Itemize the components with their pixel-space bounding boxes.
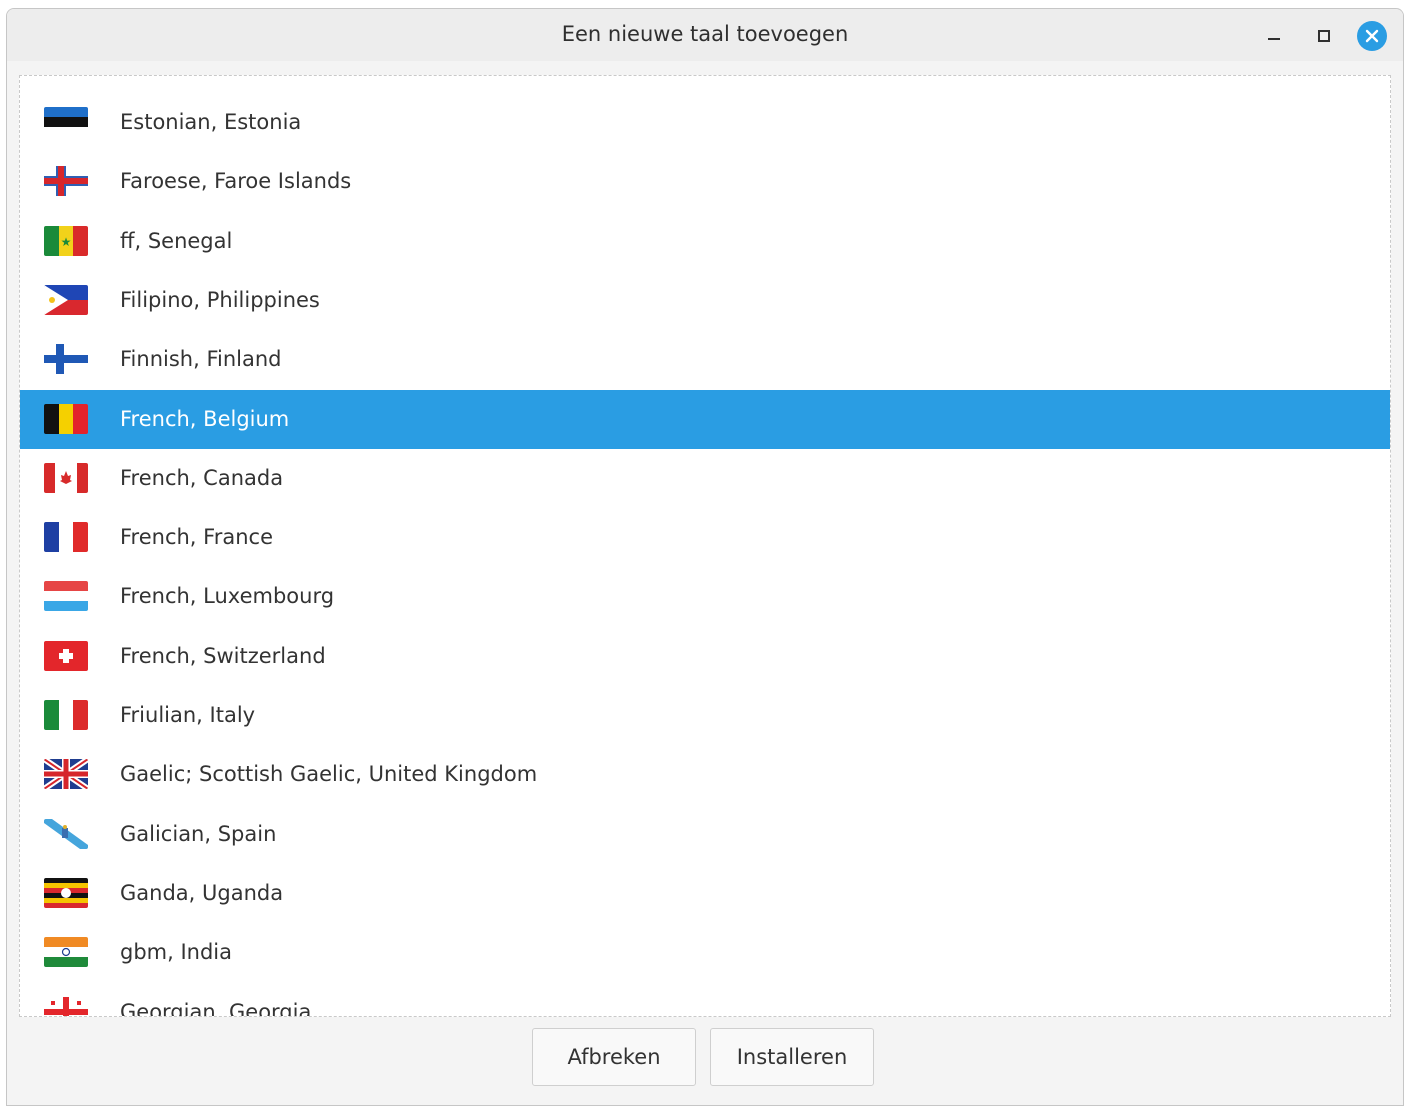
list-item-label: Gaelic; Scottish Gaelic, United Kingdom [120, 762, 538, 787]
list-item-selected[interactable]: French, Belgium [20, 389, 1390, 449]
dialog-title: Een nieuwe taal toevoegen [561, 22, 849, 46]
list-item-label: French, France [120, 525, 273, 550]
list-item-label: Filipino, Philippines [120, 287, 320, 312]
close-button[interactable] [1357, 21, 1387, 51]
list-item[interactable]: Gaelic; Scottish Gaelic, United Kingdom [20, 745, 1390, 804]
list-item-label: Georgian, Georgia [120, 999, 312, 1017]
canada-flag-icon [44, 462, 88, 493]
list-item-label: gbm, India [120, 940, 233, 965]
list-item[interactable]: Ganda, Uganda [20, 864, 1390, 923]
philippines-flag-icon [44, 284, 88, 315]
list-item-label: Ganda, Uganda [120, 880, 284, 905]
list-item-label: Galician, Spain [120, 821, 277, 846]
install-button[interactable]: Installeren [710, 1028, 874, 1086]
estonia-flag-icon [44, 107, 88, 137]
list-item[interactable]: Friulian, Italy [20, 686, 1390, 745]
luxembourg-flag-icon [44, 581, 88, 612]
list-item-label: French, Canada [120, 465, 284, 490]
list-item-label: Faroese, Faroe Islands [120, 169, 352, 194]
minimize-icon [1268, 38, 1280, 40]
switzerland-flag-icon [44, 640, 88, 671]
close-icon [1357, 21, 1387, 51]
uganda-flag-icon [44, 877, 88, 908]
list-item-label: Finnish, Finland [120, 347, 282, 372]
list-item[interactable]: French, France [20, 508, 1390, 567]
belgium-flag-icon [44, 403, 88, 434]
list-item[interactable]: Estonian, Estonia [20, 93, 1390, 152]
svg-text:★: ★ [61, 235, 72, 249]
list-item[interactable]: Georgian, Georgia [20, 983, 1390, 1017]
list-item-label: ff, Senegal [120, 228, 233, 253]
list-item-label: Friulian, Italy [120, 703, 256, 727]
button-bar: Afbreken Installeren [7, 1019, 1403, 1105]
georgia-flag-icon [44, 996, 88, 1016]
list-item-label: French, Luxembourg [120, 584, 335, 609]
list-item[interactable]: Faroese, Faroe Islands [20, 152, 1390, 211]
india-flag-icon [44, 937, 88, 968]
france-flag-icon [44, 522, 88, 553]
faroe-islands-flag-icon [44, 166, 88, 197]
italy-flag-icon [44, 700, 88, 730]
cancel-button[interactable]: Afbreken [532, 1028, 696, 1086]
list-item[interactable]: French, Switzerland [20, 627, 1390, 686]
finland-flag-icon [44, 344, 88, 375]
list-item[interactable]: Filipino, Philippines [20, 271, 1390, 330]
galicia-flag-icon [44, 818, 88, 849]
add-language-dialog: Een nieuwe taal toevoegen Estonian, Esto… [6, 8, 1404, 1106]
united-kingdom-flag-icon [44, 759, 88, 790]
list-item[interactable]: French, Luxembourg [20, 567, 1390, 626]
list-item-label: French, Switzerland [120, 643, 326, 668]
list-item[interactable]: Galician, Spain [20, 805, 1390, 864]
minimize-button[interactable] [1259, 21, 1289, 51]
list-item-label: Estonian, Estonia [120, 110, 302, 134]
maximize-icon [1318, 30, 1330, 42]
list-item-label: French, Belgium [120, 406, 290, 431]
list-item[interactable]: gbm, India [20, 923, 1390, 982]
language-list[interactable]: Estonian, Estonia Faroese, Faroe Islands ★… [19, 75, 1391, 1017]
list-item[interactable]: Finnish, Finland [20, 330, 1390, 389]
maximize-button[interactable] [1309, 21, 1339, 51]
list-item[interactable]: French, Canada [20, 449, 1390, 508]
senegal-flag-icon: ★ [44, 225, 88, 256]
list-item[interactable]: ★ ff, Senegal [20, 212, 1390, 271]
title-bar: Een nieuwe taal toevoegen [7, 9, 1403, 61]
